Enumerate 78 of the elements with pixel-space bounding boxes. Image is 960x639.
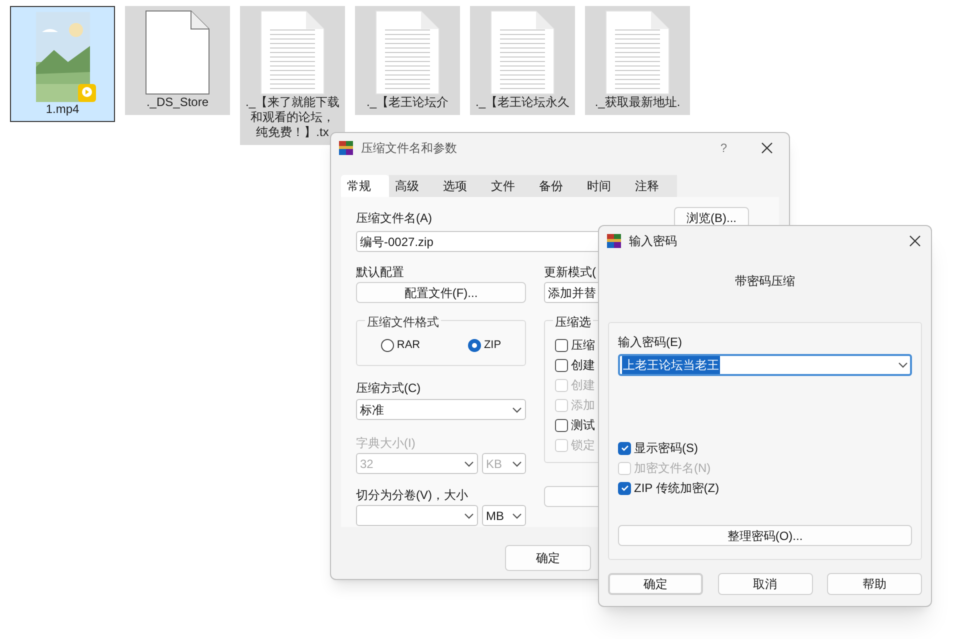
help-button[interactable]: ? [720,139,727,157]
button[interactable]: 取消 [718,573,812,595]
field-label: 默认配置 [356,266,405,278]
text-file-icon [375,10,440,95]
play-badge-icon [78,84,96,102]
file-item[interactable]: ._【老王论坛永久 [470,6,575,115]
file-name: 纯免费！】.tx [256,125,329,140]
radio-label: ZIP [484,338,502,353]
file-name: 1.mp4 [46,102,80,117]
blank-file-icon [145,10,210,95]
check-icon [620,443,630,453]
button[interactable]: 整理密码(O)... [618,525,912,546]
checkbox[interactable] [618,442,631,454]
checkbox-label: 显示密码(S) [634,440,698,457]
chevron-down-icon [898,362,908,368]
file-name: 和观看的论坛， [250,110,334,125]
field-label: 更新模式( [544,266,597,278]
field-label: 切分为分卷(V)，大小 [356,487,469,504]
radio-button[interactable] [380,338,394,352]
text-file-icon [605,10,670,95]
checkbox[interactable] [555,418,568,432]
button[interactable]: 确定 [505,545,591,571]
file-item[interactable]: ._【老王论坛介 [355,6,460,115]
window-title: 压缩文件名和参数 [361,140,458,157]
close-icon [909,235,921,247]
tab[interactable]: 备份 [533,175,581,197]
field-label: 字典大小(I) [356,435,416,452]
password-field[interactable]: 上老王论坛当老王 [618,354,912,376]
button[interactable]: 帮助 [827,573,922,595]
checkbox-label: 创建 [571,377,595,394]
chevron-down-icon [464,460,474,466]
text-file-icon [260,10,325,95]
file-name: ._DS_Store [146,95,209,110]
group-title: 压缩文件格式 [365,313,441,331]
field-label: 输入密码(E) [618,334,683,351]
chevron-down-icon [512,512,522,518]
radio-button[interactable] [468,338,481,352]
window-title: 输入密码 [629,233,678,250]
tab[interactable]: 选项 [437,175,485,197]
file-item[interactable]: ._获取最新地址. [585,6,690,115]
checkbox-label: 测试 [571,417,595,434]
chevron-down-icon [512,460,522,466]
tab[interactable]: 注释 [629,175,677,197]
dropdown[interactable]: 标准 [356,399,526,420]
radio-label: RAR [396,338,420,353]
tab[interactable]: 时间 [581,175,629,197]
checkbox-label: 创建 [571,357,595,374]
tab[interactable]: 高级 [389,175,437,197]
file-name: ._获取最新地址. [594,95,680,110]
app-logo-icon [339,141,353,155]
file-item[interactable]: ._【来了就能下载 和观看的论坛， 纯免费！】.tx [240,6,345,145]
checkbox-label: 加密文件名(N) [634,460,711,477]
chevron-down-icon [512,406,522,412]
file-item[interactable]: ._DS_Store [125,6,230,115]
text-file-icon [490,10,555,95]
checkbox[interactable] [618,482,631,494]
tab[interactable]: 常规 [341,175,389,197]
checkbox[interactable] [555,338,568,352]
checkbox-label: 锁定 [571,437,595,454]
chevron-down-icon [464,512,474,518]
close-icon [761,142,773,154]
file-name: ._【老王论坛永久 [475,95,570,110]
checkbox-label: 添加 [571,397,595,414]
field-label: 压缩方式(C) [356,380,422,397]
tab[interactable]: 文件 [485,175,533,197]
field-label: 压缩文件名(A) [356,210,432,227]
file-name: ._【老王论坛介 [366,95,448,110]
file-item[interactable]: 1.mp4 [10,6,115,122]
app-logo-icon [607,234,621,248]
button[interactable]: 确定 [608,573,703,595]
checkbox[interactable] [555,358,568,372]
dropdown[interactable]: MB [482,505,526,526]
dialog-heading: 带密码压缩 [735,273,795,290]
button[interactable]: 配置文件(F)... [356,282,526,303]
checkbox-label: ZIP 传统加密(Z) [634,480,720,497]
file-name: ._【来了就能下载 [245,95,340,110]
check-icon [620,483,630,493]
checkbox-label: 压缩 [571,337,595,354]
